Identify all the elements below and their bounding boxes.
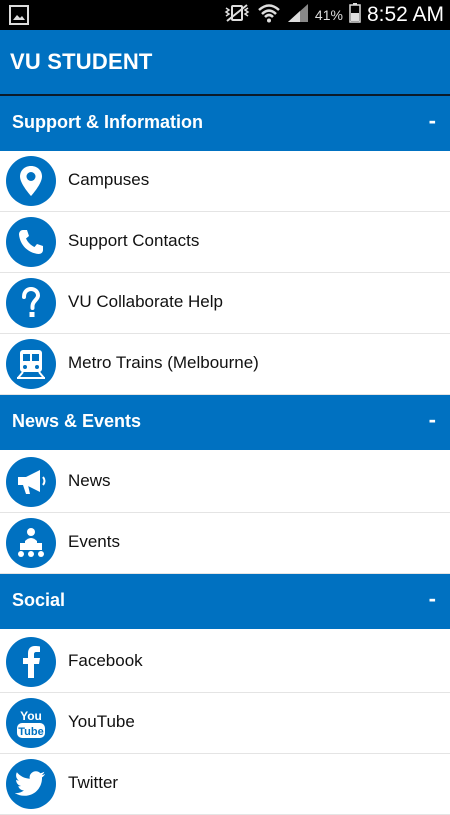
status-bar: 41% 8:52 AM (0, 0, 450, 30)
list-item-campuses[interactable]: Campuses (0, 151, 450, 212)
list-item-label: YouTube (68, 712, 135, 731)
section-header-social[interactable]: Social - (0, 574, 450, 629)
list-item-facebook[interactable]: Facebook (0, 632, 450, 693)
section-title: Support & Information (12, 112, 203, 132)
list-item-label: VU Collaborate Help (68, 292, 223, 311)
list-item-vu-collaborate-help[interactable]: VU Collaborate Help (0, 273, 450, 334)
no-vibrate-icon (223, 3, 251, 28)
megaphone-icon (6, 457, 56, 507)
signal-icon (287, 3, 309, 28)
app-title: VU STUDENT (10, 49, 153, 74)
youtube-icon-text-top: You (20, 709, 42, 723)
list-item-label: Facebook (68, 651, 143, 670)
question-icon (6, 278, 56, 328)
phone-icon (6, 217, 56, 267)
collapse-toggle[interactable]: - (429, 108, 436, 134)
twitter-icon (6, 759, 56, 809)
list-item-label: Metro Trains (Melbourne) (68, 353, 259, 372)
youtube-icon: You Tube (6, 698, 56, 748)
collapse-toggle[interactable]: - (429, 586, 436, 612)
app-bar: VU STUDENT (0, 30, 450, 96)
list-item-label: Events (68, 532, 120, 551)
collapse-toggle[interactable]: - (429, 407, 436, 433)
wifi-icon (257, 3, 281, 28)
youtube-icon-text-bottom: Tube (18, 726, 43, 738)
list-item-twitter[interactable]: Twitter (0, 754, 450, 815)
list-item-label: Twitter (68, 773, 119, 792)
presenter-icon (6, 518, 56, 568)
section-title: Social (12, 590, 66, 610)
list-item-label: Campuses (68, 170, 150, 189)
facebook-icon (6, 637, 56, 687)
list-item-label: News (68, 471, 111, 490)
clock: 8:52 AM (366, 3, 444, 26)
list-item-label: Support Contacts (68, 231, 200, 250)
list-item-metro-trains[interactable]: Metro Trains (Melbourne) (0, 334, 450, 395)
section-header-news-events[interactable]: News & Events - (0, 395, 450, 450)
list-item-news[interactable]: News (0, 452, 450, 513)
location-pin-icon (6, 156, 56, 206)
battery-icon (349, 2, 361, 28)
list-item-youtube[interactable]: You Tube YouTube (0, 693, 450, 754)
section-title: News & Events (12, 411, 142, 431)
image-icon (9, 5, 29, 25)
status-icons: 41% 8:52 AM (223, 0, 444, 30)
list-item-events[interactable]: Events (0, 513, 450, 574)
train-icon (6, 339, 56, 389)
battery-percent: 41% (314, 7, 343, 23)
list-item-support-contacts[interactable]: Support Contacts (0, 212, 450, 273)
section-header-support-information[interactable]: Support & Information - (0, 96, 450, 151)
